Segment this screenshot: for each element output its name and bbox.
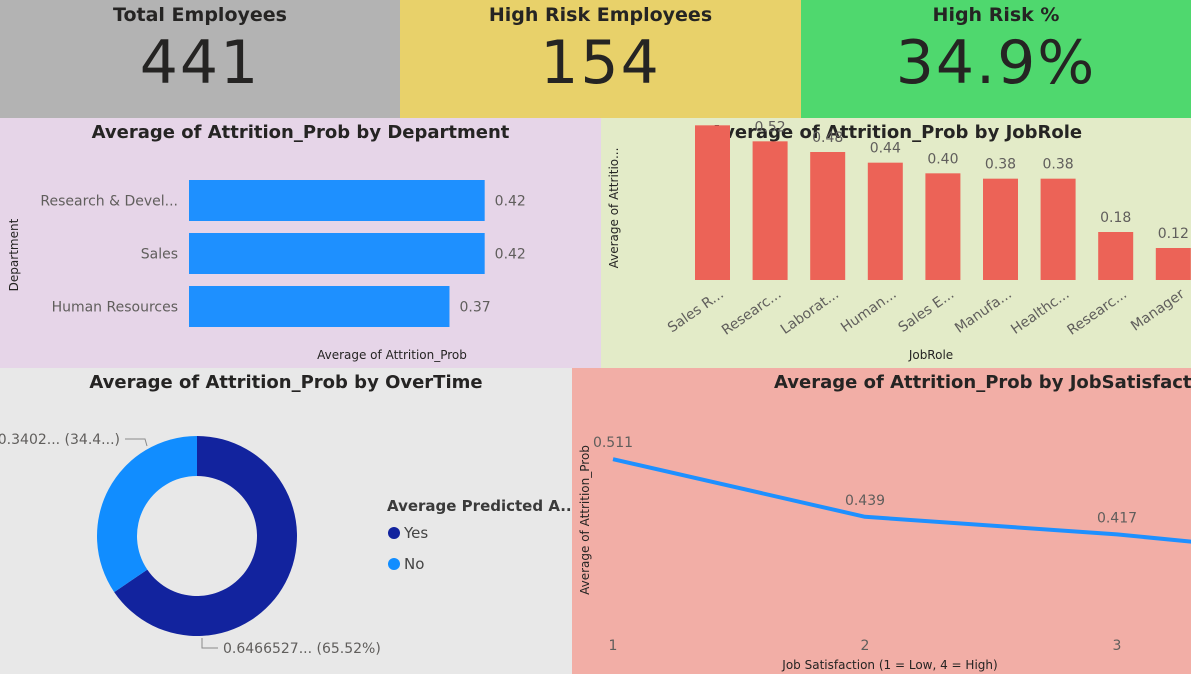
overtime-chart-panel[interactable]: Average of Attrition_Prob by OverTime 0.… bbox=[0, 368, 572, 674]
series-line bbox=[612, 457, 1191, 544]
x-axis-label: Job Satisfaction (1 = Low, 4 = High) bbox=[781, 658, 997, 672]
department-chart-panel[interactable]: Average of Attrition_Prob by Department … bbox=[0, 118, 601, 368]
overtime-donut-chart: 0.3402... (34.4...) 0.6466527... (65.52%) bbox=[0, 432, 381, 657]
bar bbox=[695, 125, 730, 280]
bar bbox=[810, 152, 846, 280]
x-axis-label: JobRole bbox=[908, 348, 953, 362]
category-label: Human Resources bbox=[52, 300, 178, 316]
value-label: 0.18 bbox=[1100, 210, 1131, 226]
bar bbox=[189, 286, 450, 327]
kpi-card-high-risk-percent[interactable]: High Risk % 34.9% bbox=[801, 0, 1191, 118]
value-label: 0.44 bbox=[870, 141, 901, 157]
bar bbox=[1098, 232, 1134, 280]
bar bbox=[1155, 248, 1191, 280]
kpi-title: High Risk Employees bbox=[488, 4, 713, 26]
x-axis-label: Average of Attrition_Prob bbox=[317, 348, 467, 362]
y-axis-label: Average of Attritio... bbox=[607, 148, 621, 269]
category-label: Sales E... bbox=[896, 286, 958, 336]
legend-label: No bbox=[404, 555, 425, 573]
legend-title: Average Predicted A... bbox=[387, 497, 572, 515]
legend-label: Yes bbox=[404, 524, 429, 542]
bar bbox=[1040, 178, 1076, 280]
legend-item-no[interactable]: No bbox=[388, 555, 424, 573]
x-tick-label: 2 bbox=[861, 638, 870, 654]
kpi-value: 154 bbox=[540, 28, 661, 98]
value-label: 0.48 bbox=[812, 130, 843, 146]
bar bbox=[189, 180, 485, 221]
category-label: Laborat... bbox=[778, 286, 842, 338]
bar bbox=[752, 141, 788, 280]
value-label: 0.511 bbox=[593, 435, 633, 451]
value-label: 0.417 bbox=[1097, 510, 1137, 526]
jobsatisfaction-chart-panel[interactable]: Average of Attrition_Prob by JobSatisfac… bbox=[572, 368, 1191, 674]
legend-yes-dot bbox=[388, 527, 400, 539]
kpi-value: 441 bbox=[139, 28, 261, 98]
value-label: 0.38 bbox=[985, 157, 1016, 173]
donut-slice bbox=[97, 436, 197, 593]
legend-item-yes[interactable]: Yes bbox=[388, 524, 428, 542]
category-label: Researc... bbox=[1065, 286, 1130, 339]
kpi-value: 34.9% bbox=[895, 28, 1097, 98]
bar bbox=[867, 162, 903, 280]
value-label: 0.439 bbox=[845, 493, 885, 509]
bar bbox=[983, 178, 1018, 280]
bar bbox=[189, 233, 485, 274]
jobrole-chart-panel[interactable]: Average of Attrition_Prob by JobRole 0.5… bbox=[601, 118, 1191, 368]
category-label: Human... bbox=[838, 286, 899, 336]
slice-label: 0.6466527... (65.52%) bbox=[223, 641, 381, 657]
category-label: Manager bbox=[1128, 286, 1188, 334]
jobrole-bar-chart: 0.58 Sales R... 0.52 Researc... 0.48 Laborat.… bbox=[607, 118, 1191, 362]
slice-label: 0.3402... (34.4...) bbox=[0, 432, 120, 448]
kpi-card-high-risk-employees[interactable]: High Risk Employees 154 bbox=[400, 0, 801, 118]
category-label: Sales R... bbox=[665, 286, 727, 336]
value-label: 0.40 bbox=[927, 151, 958, 167]
y-axis-label: Average of Attrition_Prob bbox=[578, 445, 592, 595]
jobsatisfaction-line-chart: 0.511 1 0.439 2 0.417 3 Job Satisfaction (1 = … bbox=[578, 435, 1191, 672]
value-label: 0.52 bbox=[755, 119, 786, 135]
x-tick-label: 1 bbox=[609, 638, 618, 654]
value-label: 0.58 bbox=[697, 118, 728, 119]
value-label: 0.12 bbox=[1158, 226, 1189, 242]
category-label: Research & Devel... bbox=[40, 194, 178, 210]
y-axis-label: Department bbox=[7, 218, 21, 291]
value-label: 0.38 bbox=[1043, 157, 1074, 173]
leader-line bbox=[201, 638, 218, 649]
x-tick-label: 3 bbox=[1113, 638, 1122, 654]
value-label: 0.42 bbox=[495, 247, 526, 263]
value-label: 0.37 bbox=[459, 300, 490, 316]
value-label: 0.42 bbox=[495, 194, 526, 210]
kpi-title: High Risk % bbox=[932, 4, 1060, 26]
legend-no-dot bbox=[388, 558, 400, 570]
category-label: Manufa... bbox=[952, 286, 1015, 337]
kpi-title: Total Employees bbox=[113, 4, 287, 26]
category-label: Sales bbox=[141, 247, 178, 263]
kpi-card-total-employees[interactable]: Total Employees 441 bbox=[0, 0, 400, 118]
department-bar-chart: Research & Devel... 0.42 Sales 0.42 Human Re… bbox=[7, 180, 526, 362]
leader-line bbox=[125, 438, 148, 447]
bar bbox=[925, 173, 961, 280]
category-label: Healthc... bbox=[1008, 286, 1072, 338]
category-label: Researc... bbox=[719, 286, 784, 339]
